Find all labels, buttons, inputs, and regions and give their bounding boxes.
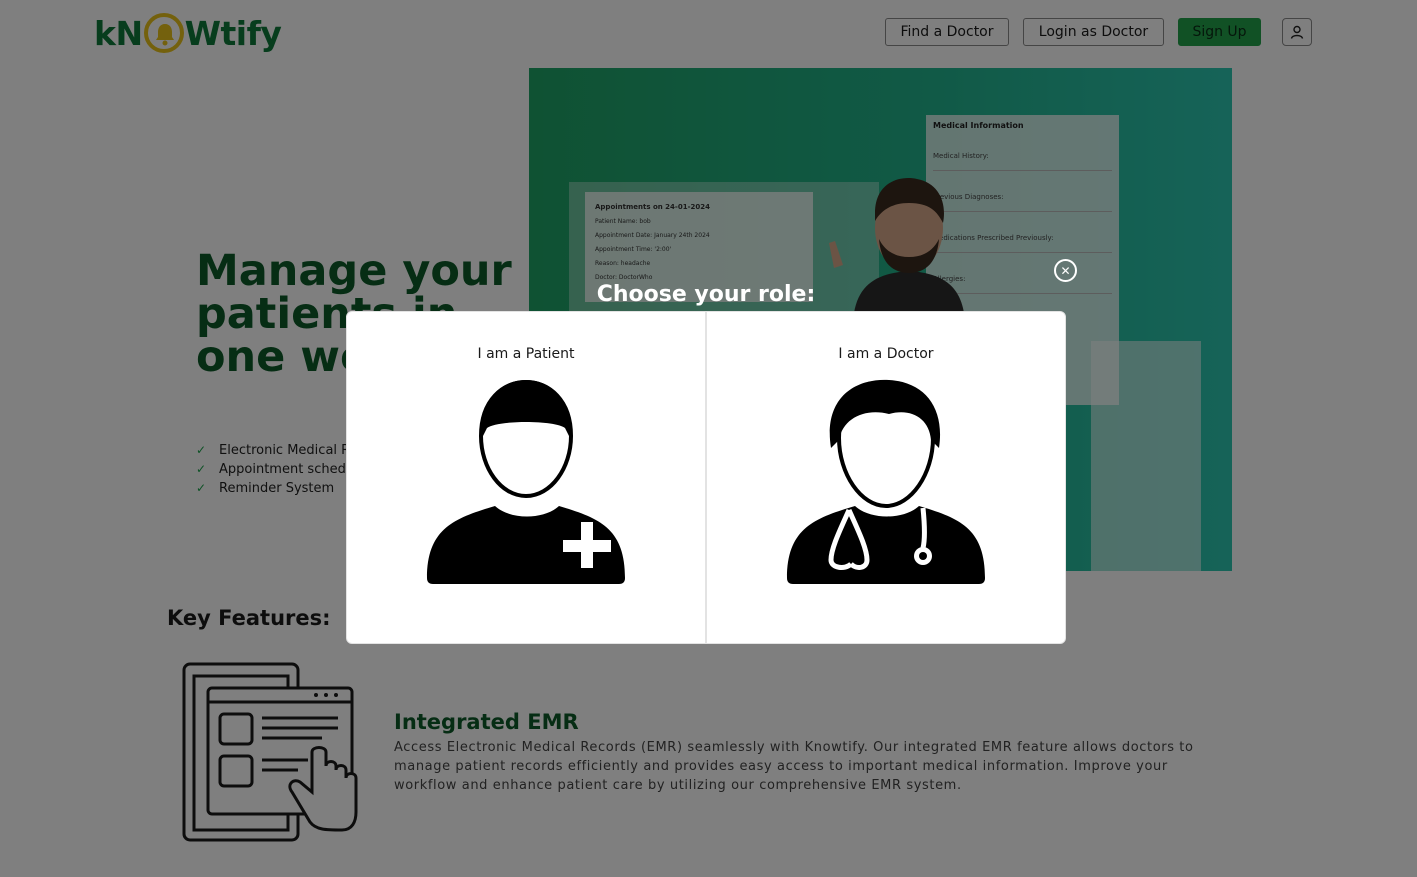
close-icon[interactable]: ✕: [1054, 259, 1077, 282]
doctor-role-label: I am a Doctor: [838, 346, 934, 362]
doctor-role-card[interactable]: I am a Doctor: [706, 311, 1066, 644]
patient-role-label: I am a Patient: [477, 346, 575, 362]
patient-icon: [427, 379, 625, 584]
patient-role-card[interactable]: I am a Patient: [346, 311, 706, 644]
doctor-icon: [787, 379, 985, 584]
modal-title: Choose your role:: [596, 282, 816, 307]
